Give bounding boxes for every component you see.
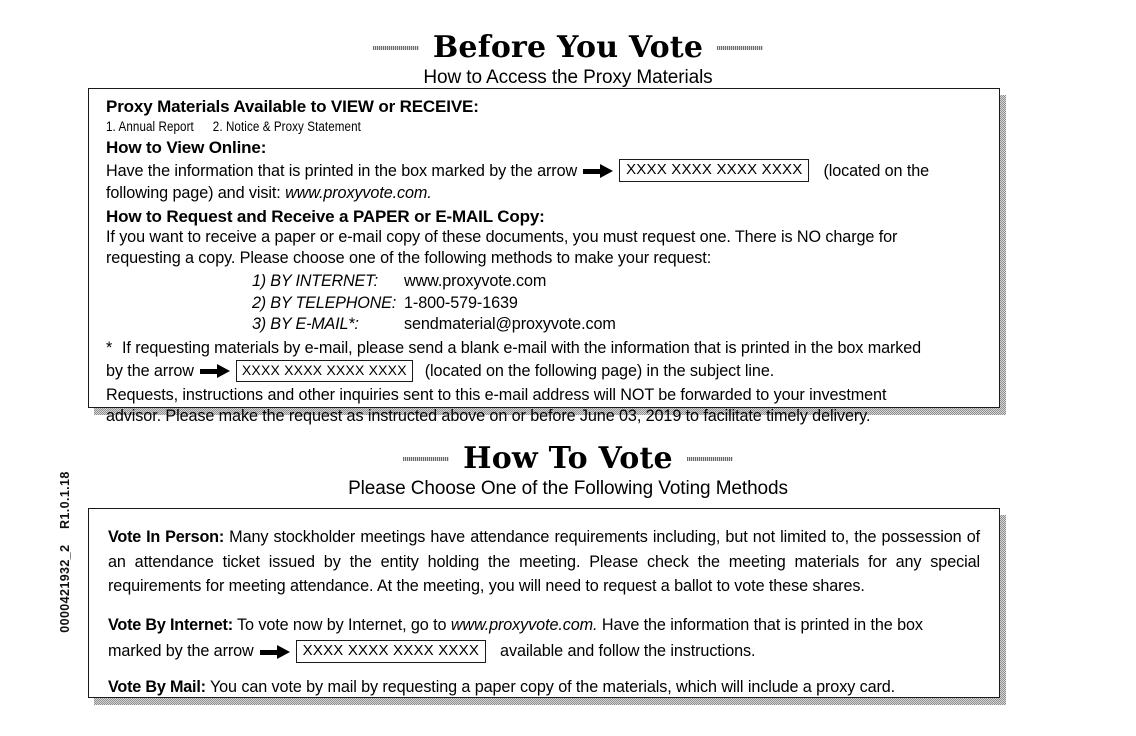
voting-methods-panel-body: Vote In Person: Many stockholder meeting…: [89, 509, 999, 715]
section1-title-row: Before You Vote: [0, 32, 1136, 64]
view-online-text-c: following page) and visit:: [106, 183, 281, 202]
section2-title-row: How To Vote: [0, 443, 1136, 475]
footnote-asterisk: *: [106, 339, 113, 358]
internet-control-number-box: XXXX XXXX XXXX XXXX: [295, 640, 487, 664]
title-dash-right-icon: [717, 45, 764, 50]
section2-subtitle: Please Choose One of the Following Votin…: [348, 477, 788, 499]
vote-by-internet-paragraph: Vote By Internet: To vote now by Interne…: [108, 613, 980, 639]
view-online-line-1: Have the information that is printed in …: [106, 159, 983, 183]
section-heading-before-you-vote: Before You Vote How to Access the Proxy …: [0, 32, 1136, 89]
method-label-telephone: 2) BY TELEPHONE:: [252, 293, 397, 312]
footnote-text-2b: (located on the following page) in the s…: [424, 362, 775, 381]
email-footnote-line-2: by the arrow XXXX XXXX XXXX XXXX (locate…: [106, 359, 983, 383]
materials-item-1: 1. Annual Report: [106, 119, 194, 135]
section-heading-how-to-vote: How To Vote Please Choose One of the Fol…: [0, 443, 1136, 500]
right-arrow-icon: [583, 163, 614, 178]
view-online-heading: How to View Online:: [106, 138, 267, 158]
title-dash-left-icon: [372, 45, 419, 50]
right-arrow-icon: [199, 364, 230, 379]
section2-title: How To Vote: [463, 441, 673, 476]
document-side-code: 0000421932_2 R1.0.1.18: [0, 0, 72, 736]
request-method-row: 2) BY TELEPHONE: 1-800-579-1639: [252, 293, 983, 314]
method-label-internet: 1) BY INTERNET:: [252, 272, 378, 291]
request-method-row: 1) BY INTERNET: www.proxyvote.com: [252, 271, 983, 292]
view-online-line-2: following page) and visit: www.proxyvote…: [106, 183, 983, 204]
footnote-text-1: If requesting materials by e-mail, pleas…: [122, 339, 922, 358]
footnote-text-2a: by the arrow: [106, 362, 194, 381]
right-arrow-icon: [259, 644, 290, 659]
vote-by-mail-paragraph: Vote By Mail: You can vote by mail by re…: [108, 675, 980, 700]
request-method-row: 3) BY E-MAIL*: sendmaterial@proxyvote.co…: [252, 314, 983, 335]
vote-in-person-paragraph: Vote In Person: Many stockholder meeting…: [108, 525, 980, 599]
vote-by-internet-line-2: marked by the arrow XXXX XXXX XXXX XXXX …: [108, 639, 980, 665]
materials-item-2: 2. Notice & Proxy Statement: [212, 119, 361, 135]
request-copy-line-2: requesting a copy. Please choose one of …: [106, 248, 712, 267]
vote-by-internet-text-a: To vote now by Internet, go to: [232, 615, 447, 634]
request-copy-heading: How to Request and Receive a PAPER or E-…: [106, 206, 545, 226]
method-value-telephone[interactable]: 1-800-579-1639: [404, 293, 518, 314]
view-online-text-a: Have the information that is printed in …: [106, 161, 578, 180]
vote-by-internet-label: Vote By Internet:: [108, 615, 233, 634]
vote-in-person-text: Many stockholder meetings have attendanc…: [108, 528, 980, 596]
proxy-materials-panel-body: Proxy Materials Available to VIEW or REC…: [89, 89, 999, 435]
proxyvote-link-view[interactable]: www.proxyvote.com.: [285, 184, 432, 202]
request-copy-line-1: If you want to receive a paper or e-mail…: [106, 227, 898, 246]
request-methods-list: 1) BY INTERNET: www.proxyvote.com 2) BY …: [106, 271, 983, 335]
vote-by-mail-text: You can vote by mail by requesting a pap…: [205, 677, 896, 696]
section1-title: Before You Vote: [432, 30, 704, 65]
method-value-email[interactable]: sendmaterial@proxyvote.com: [404, 314, 616, 335]
email-control-number-box: XXXX XXXX XXXX XXXX: [235, 360, 413, 383]
method-value-internet[interactable]: www.proxyvote.com: [404, 271, 546, 292]
closing-line-1: Requests, instructions and other inquiri…: [106, 386, 887, 405]
vote-by-internet-text-c: marked by the arrow: [108, 641, 254, 660]
vote-in-person-label: Vote In Person:: [108, 528, 225, 546]
vote-by-internet-text-b: Have the information that is printed in …: [597, 615, 923, 634]
proxyvote-link-internet[interactable]: www.proxyvote.com.: [451, 616, 598, 634]
closing-line-2: advisor. Please make the request as inst…: [106, 407, 871, 426]
vote-by-mail-label: Vote By Mail:: [108, 677, 206, 696]
proxy-materials-heading: Proxy Materials Available to VIEW or REC…: [106, 97, 479, 116]
proxy-materials-list: 1. Annual Report 2. Notice & Proxy Statem…: [106, 119, 860, 134]
proxy-materials-panel: Proxy Materials Available to VIEW or REC…: [88, 88, 1000, 425]
method-label-email: 3) BY E-MAIL*:: [252, 315, 359, 333]
vote-by-internet-text-d: available and follow the instructions.: [500, 641, 756, 660]
title-dash-right-icon: [686, 456, 733, 461]
email-footnote-line-1: * If requesting materials by e-mail, ple…: [106, 338, 983, 359]
view-online-text-b: (located on the: [823, 161, 930, 180]
title-dash-left-icon: [403, 456, 450, 461]
view-online-control-number-box: XXXX XXXX XXXX XXXX: [619, 159, 810, 183]
voting-methods-panel: Vote In Person: Many stockholder meeting…: [88, 508, 1000, 698]
section1-subtitle: How to Access the Proxy Materials: [423, 66, 713, 88]
